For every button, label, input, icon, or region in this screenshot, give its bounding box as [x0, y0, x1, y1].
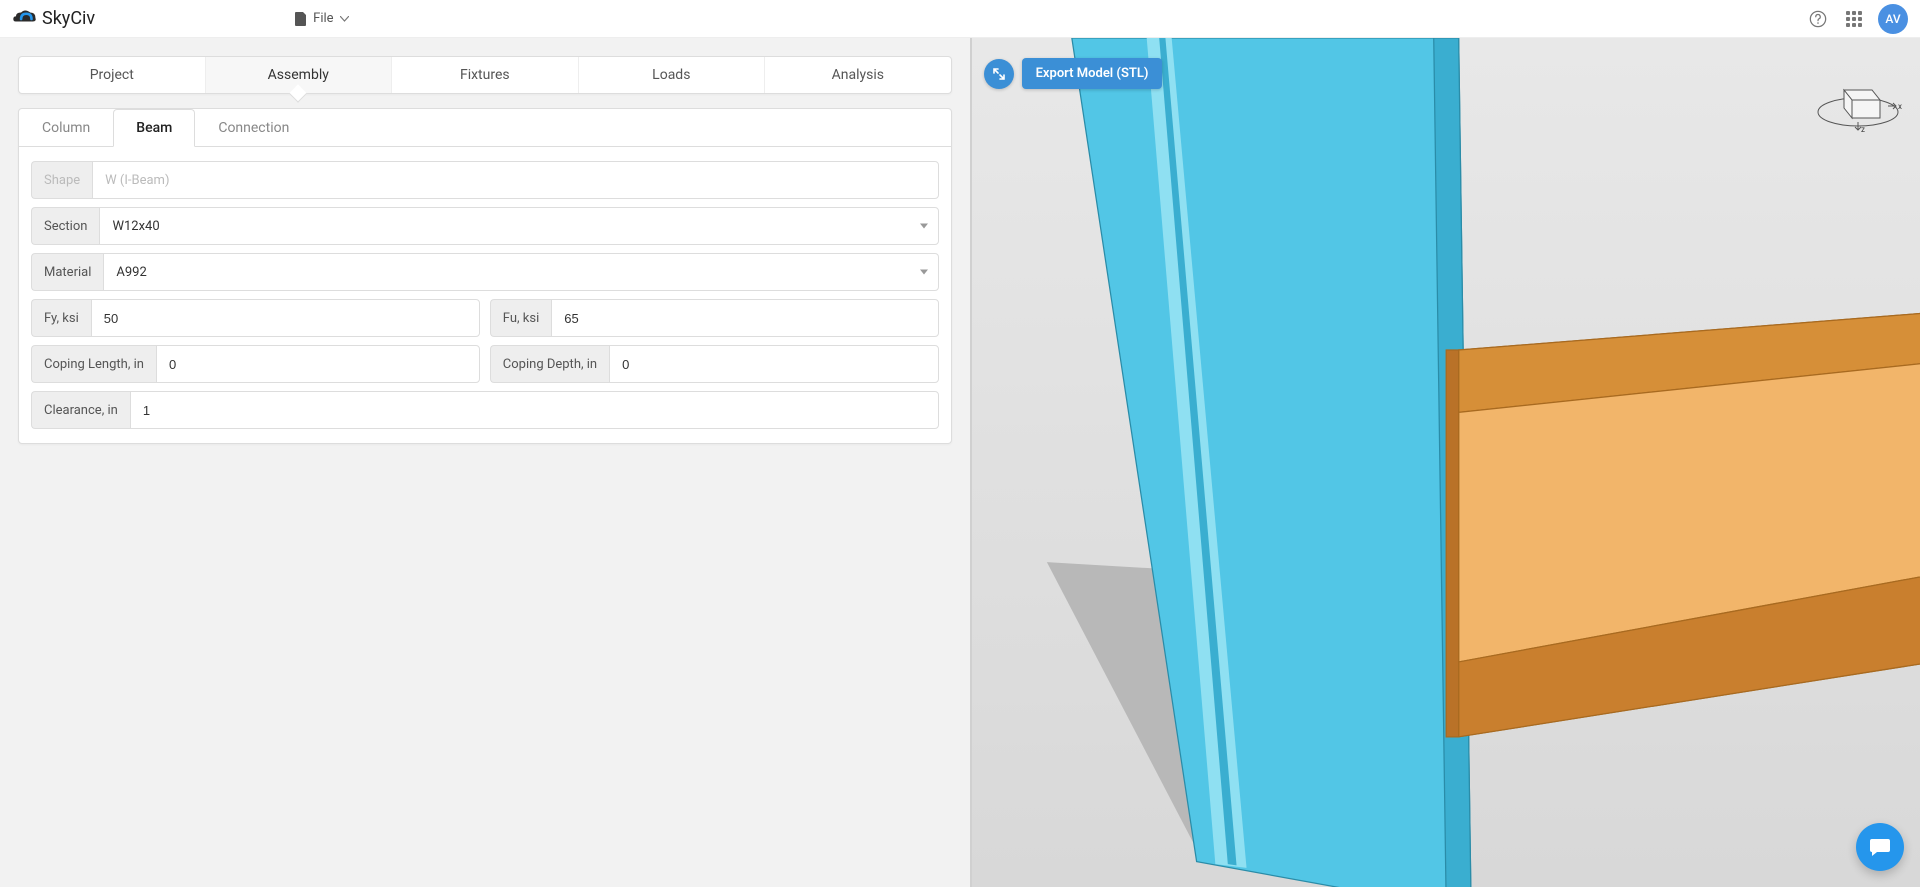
section-label: Section — [31, 207, 99, 245]
brand-logo[interactable]: SkyCiv — [12, 7, 95, 31]
coping-depth-field: Coping Depth, in — [490, 345, 939, 383]
tab-project[interactable]: Project — [19, 57, 206, 93]
fy-input[interactable] — [104, 311, 467, 326]
chevron-down-icon — [920, 224, 928, 229]
section-select[interactable]: W12x40 — [99, 207, 938, 245]
help-icon — [1809, 10, 1827, 28]
export-model-button[interactable]: Export Model (STL) — [1022, 58, 1163, 89]
brand-name: SkyCiv — [42, 8, 95, 29]
svg-text:x: x — [1898, 102, 1902, 111]
subtab-column[interactable]: Column — [19, 109, 113, 147]
coping-length-label: Coping Length, in — [31, 345, 156, 383]
subtab-connection[interactable]: Connection — [195, 109, 312, 147]
user-avatar[interactable]: AV — [1878, 4, 1908, 34]
material-select[interactable]: A992 — [103, 253, 938, 291]
fy-field: Fy, ksi — [31, 299, 480, 337]
coping-depth-input-wrap — [609, 345, 938, 383]
beam-form: Shape W (I-Beam) Section W12x40 — [31, 161, 939, 429]
fy-input-wrap — [91, 299, 480, 337]
main-tabs: Project Assembly Fixtures Loads Analysis — [18, 56, 952, 94]
section-value: W12x40 — [112, 219, 159, 234]
coping-depth-label: Coping Depth, in — [490, 345, 609, 383]
coping-length-field: Coping Length, in — [31, 345, 480, 383]
subtab-beam[interactable]: Beam — [113, 109, 195, 147]
topbar: SkyCiv File AV — [0, 0, 1920, 38]
clearance-field: Clearance, in — [31, 391, 939, 429]
material-label: Material — [31, 253, 103, 291]
tab-loads[interactable]: Loads — [579, 57, 766, 93]
apps-grid-icon — [1846, 11, 1862, 27]
main-area: Project Assembly Fixtures Loads Analysis… — [0, 38, 1920, 887]
expand-viewport-button[interactable] — [984, 59, 1014, 89]
expand-icon — [992, 67, 1006, 81]
fu-label: Fu, ksi — [490, 299, 551, 337]
viewport-toolbar: Export Model (STL) — [984, 58, 1163, 89]
shape-value: W (I-Beam) — [92, 161, 938, 199]
skyciv-logo-icon — [12, 7, 38, 31]
clearance-label: Clearance, in — [31, 391, 130, 429]
fu-input-wrap — [551, 299, 938, 337]
document-icon — [295, 12, 307, 26]
fy-label: Fy, ksi — [31, 299, 91, 337]
tab-fixtures[interactable]: Fixtures — [392, 57, 579, 93]
clearance-input-wrap — [130, 391, 939, 429]
material-value: A992 — [116, 265, 146, 280]
file-menu-label: File — [313, 11, 333, 26]
apps-button[interactable] — [1838, 3, 1870, 35]
shape-field: Shape W (I-Beam) — [31, 161, 939, 199]
fu-field: Fu, ksi — [490, 299, 939, 337]
chat-icon — [1868, 835, 1892, 859]
material-field: Material A992 — [31, 253, 939, 291]
help-button[interactable] — [1802, 3, 1834, 35]
left-pane: Project Assembly Fixtures Loads Analysis… — [0, 38, 970, 887]
shape-label: Shape — [31, 161, 92, 199]
orientation-widget[interactable]: x z — [1814, 72, 1902, 136]
chevron-down-icon — [920, 270, 928, 275]
sub-tabs: Column Beam Connection — [19, 109, 951, 147]
tab-assembly[interactable]: Assembly — [206, 57, 393, 93]
assembly-panel: Column Beam Connection Shape W (I-Beam) … — [18, 108, 952, 444]
section-field: Section W12x40 — [31, 207, 939, 245]
tab-analysis[interactable]: Analysis — [765, 57, 951, 93]
coping-length-input-wrap — [156, 345, 480, 383]
coping-length-input[interactable] — [169, 357, 467, 372]
clearance-input[interactable] — [143, 403, 926, 418]
file-menu[interactable]: File — [295, 11, 348, 26]
coping-depth-input[interactable] — [622, 357, 925, 372]
fu-input[interactable] — [564, 311, 925, 326]
viewport[interactable]: Export Model (STL) x z — [970, 38, 1920, 887]
chat-support-button[interactable] — [1856, 823, 1904, 871]
chevron-down-icon — [340, 16, 349, 22]
svg-text:z: z — [1861, 125, 1865, 134]
scene-3d — [972, 38, 1920, 887]
